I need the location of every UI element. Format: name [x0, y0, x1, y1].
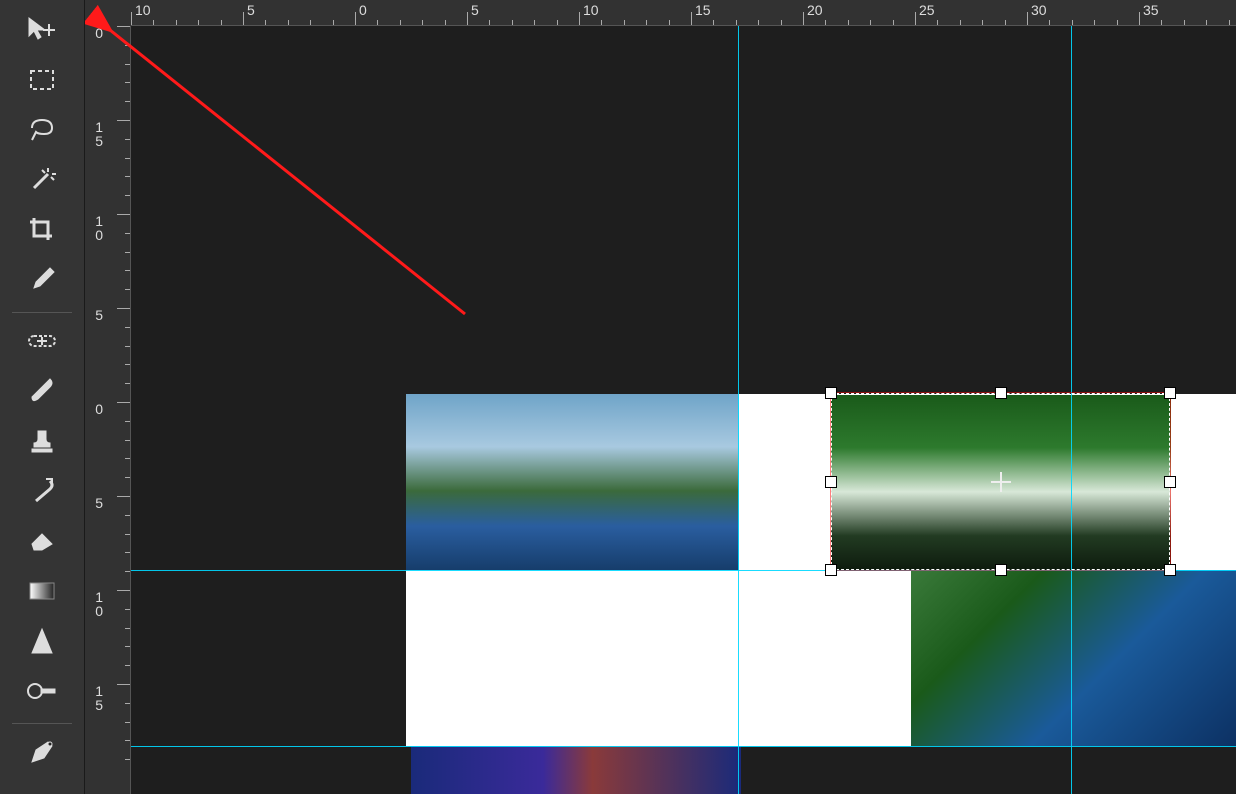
transform-handle[interactable]: [1164, 564, 1176, 576]
transform-handle[interactable]: [995, 564, 1007, 576]
transform-handle[interactable]: [995, 387, 1007, 399]
ruler-v-label: 10: [85, 214, 103, 242]
crop-tool[interactable]: [12, 210, 72, 254]
transform-handle[interactable]: [1164, 476, 1176, 488]
dodge-tool[interactable]: [12, 671, 72, 715]
eyedropper-tool[interactable]: [12, 260, 72, 304]
ruler-h-label: 15: [695, 2, 711, 18]
ruler-h-label: 5: [247, 2, 255, 18]
workspace: 1050510152025303540 015105051015: [85, 0, 1236, 794]
magic-wand-tool[interactable]: [12, 160, 72, 204]
ruler-v-label: 15: [85, 684, 103, 712]
transform-handle[interactable]: [825, 476, 837, 488]
rect-select-icon: [29, 69, 55, 96]
ruler-horizontal[interactable]: 1050510152025303540: [131, 0, 1236, 26]
ruler-h-label: 35: [1143, 2, 1159, 18]
brush-tool[interactable]: [12, 371, 72, 415]
ruler-h-label: 10: [135, 2, 151, 18]
ruler-v-label: 0: [85, 402, 103, 416]
image-fjord[interactable]: [911, 570, 1236, 746]
ruler-v-label: 0: [85, 26, 103, 40]
tool-separator: [12, 723, 72, 724]
ruler-v-label: 5: [85, 496, 103, 510]
sharpen-tool[interactable]: [12, 621, 72, 665]
ruler-v-label: 5: [85, 308, 103, 322]
healing-icon: [27, 330, 57, 357]
brush-icon: [28, 377, 56, 410]
transform-handle[interactable]: [825, 387, 837, 399]
transform-center-icon: [991, 472, 1011, 492]
ruler-vertical[interactable]: 0 15 10 5 0 5 10 15: [85, 26, 131, 794]
wand-icon: [28, 166, 56, 199]
move-tool[interactable]: [12, 10, 72, 54]
stamp-icon: [28, 427, 56, 460]
transform-handle[interactable]: [825, 564, 837, 576]
dodge-icon: [27, 680, 57, 707]
eraser-tool[interactable]: [12, 521, 72, 565]
move-icon: [27, 16, 57, 49]
pen-icon: [28, 738, 56, 771]
tool-separator: [12, 312, 72, 313]
ruler-h-label: 20: [807, 2, 823, 18]
ruler-h-label: 0: [359, 2, 367, 18]
ruler-h-label: 5: [471, 2, 479, 18]
ruler-h-label: 25: [919, 2, 935, 18]
pen-tool[interactable]: [12, 732, 72, 776]
ruler-v-label: 10: [85, 590, 103, 618]
stamp-tool[interactable]: [12, 421, 72, 465]
toolbox: [0, 0, 85, 794]
image-dark-scene[interactable]: [411, 746, 741, 794]
gradient-tool[interactable]: [12, 571, 72, 615]
canvas[interactable]: [131, 26, 1236, 794]
ruler-h-label: 10: [583, 2, 599, 18]
crop-icon: [28, 216, 56, 249]
ruler-v-label: 15: [85, 120, 103, 148]
history-brush-tool[interactable]: [12, 471, 72, 515]
history-icon: [28, 477, 56, 510]
ruler-corner: [85, 0, 131, 26]
lasso-icon: [28, 118, 56, 147]
lasso-tool[interactable]: [12, 110, 72, 154]
healing-tool[interactable]: [12, 321, 72, 365]
sharpen-icon: [30, 627, 54, 660]
image-landscape-lake[interactable]: [406, 394, 739, 570]
guide-vertical[interactable]: [738, 26, 739, 794]
transform-handle[interactable]: [1164, 387, 1176, 399]
eraser-icon: [28, 530, 56, 557]
gradient-icon: [28, 581, 56, 606]
ruler-h-label: 30: [1031, 2, 1047, 18]
guide-horizontal[interactable]: [131, 570, 1236, 571]
rect-select-tool[interactable]: [12, 60, 72, 104]
guide-horizontal[interactable]: [131, 746, 1236, 747]
eyedropper-icon: [28, 266, 56, 299]
